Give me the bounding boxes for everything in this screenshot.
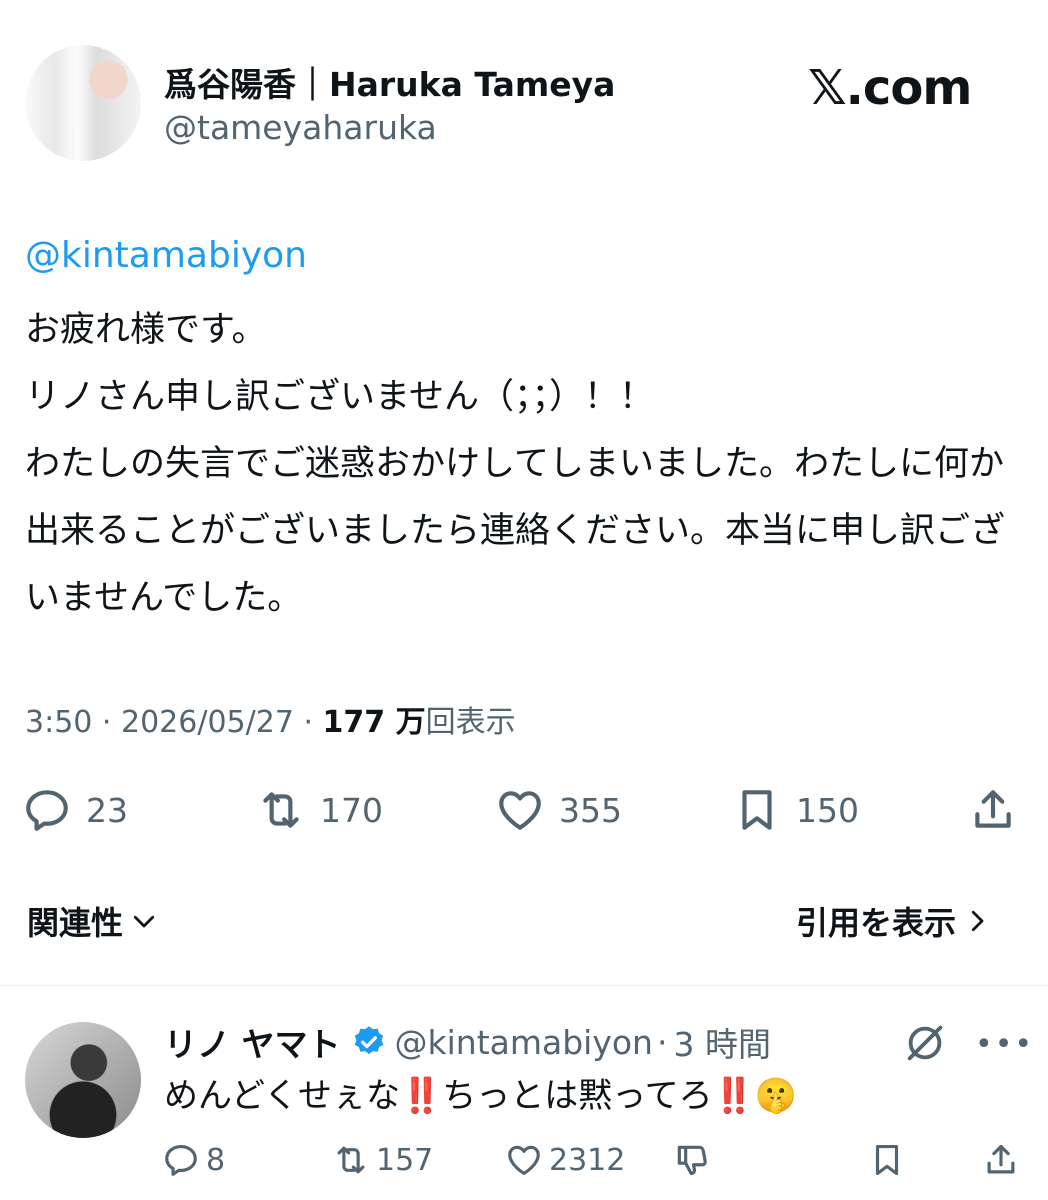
reply-button[interactable]: 23	[22, 785, 128, 835]
repost-button[interactable]: 170	[256, 785, 383, 835]
reply-author-avatar[interactable]	[25, 1022, 141, 1138]
reply-like-count: 2312	[549, 1142, 626, 1178]
more-icon[interactable]: •••	[975, 1027, 1034, 1062]
reply-text: めんどくせぇな‼️ちっとは黙ってろ‼️🤫	[164, 1076, 798, 1116]
author-display-name[interactable]: 爲谷陽香｜Haruka Tameya	[164, 58, 615, 106]
reply-header: リノ ヤマト @kintamabiyon · 3 時間	[164, 1018, 771, 1066]
sort-relevance-label: 関連性	[27, 904, 124, 942]
share-icon	[987, 1144, 1015, 1174]
reply-icon	[165, 1144, 197, 1176]
views-count: 177 万	[322, 705, 426, 740]
bookmark-count: 150	[796, 790, 859, 830]
tweet-date[interactable]: 2026/05/27	[121, 705, 294, 740]
reply-reply-button[interactable]: 8	[162, 1140, 225, 1180]
bookmark-icon	[875, 1144, 899, 1176]
chevron-down-icon	[133, 915, 155, 928]
mention-link[interactable]: @kintamabiyon	[25, 235, 307, 276]
bookmark-button[interactable]: 150	[732, 785, 859, 835]
like-icon	[499, 791, 541, 830]
sort-relevance-button[interactable]: 関連性	[27, 898, 159, 944]
author-avatar[interactable]	[25, 45, 141, 161]
bookmark-icon	[742, 790, 772, 830]
like-icon	[508, 1145, 540, 1176]
reply-repost-button[interactable]: 157	[332, 1140, 433, 1180]
reply-like-button[interactable]: 2312	[505, 1140, 625, 1180]
tweet-meta: 3:50 · 2026/05/27 · 177 万回表示	[25, 705, 516, 740]
grok-icon[interactable]	[902, 1020, 948, 1066]
reply-repost-count: 157	[376, 1142, 434, 1178]
author-handle[interactable]: @tameyaharuka	[164, 108, 437, 147]
reply-count: 23	[86, 790, 128, 830]
like-count: 355	[559, 790, 622, 830]
reply-time[interactable]: 3 時間	[673, 1018, 771, 1066]
chevron-right-icon	[971, 910, 984, 932]
reply-share-button[interactable]	[982, 1140, 1020, 1180]
repost-icon	[263, 792, 299, 828]
tweet-text: お疲れ様です。 リノさん申し訳ございません（；；）！！ わたしの失言でご迷惑おか…	[25, 310, 1006, 618]
tweet-time[interactable]: 3:50	[25, 705, 92, 740]
view-quotes-label: 引用を表示	[796, 904, 957, 942]
section-divider	[0, 985, 1048, 986]
reply-author-handle[interactable]: @kintamabiyon	[395, 1023, 653, 1062]
reply-reply-count: 8	[206, 1142, 226, 1178]
repost-count: 170	[320, 790, 383, 830]
repost-icon	[337, 1146, 365, 1174]
x-com-logo: 𝕏.com	[808, 60, 972, 116]
like-button[interactable]: 355	[495, 785, 622, 835]
view-quotes-button[interactable]: 引用を表示	[796, 898, 992, 944]
reply-bookmark-button[interactable]	[868, 1140, 906, 1180]
reply-author-name[interactable]: リノ ヤマト	[164, 1018, 341, 1066]
verified-badge-icon	[354, 1026, 383, 1055]
reply-dislike-button[interactable]	[673, 1140, 711, 1180]
dislike-icon	[677, 1145, 707, 1176]
views-label: 回表示	[425, 705, 516, 740]
reply-icon	[26, 790, 68, 831]
share-icon	[975, 790, 1011, 828]
share-button[interactable]	[968, 785, 1018, 835]
reply-dot-separator: ·	[656, 1022, 668, 1062]
